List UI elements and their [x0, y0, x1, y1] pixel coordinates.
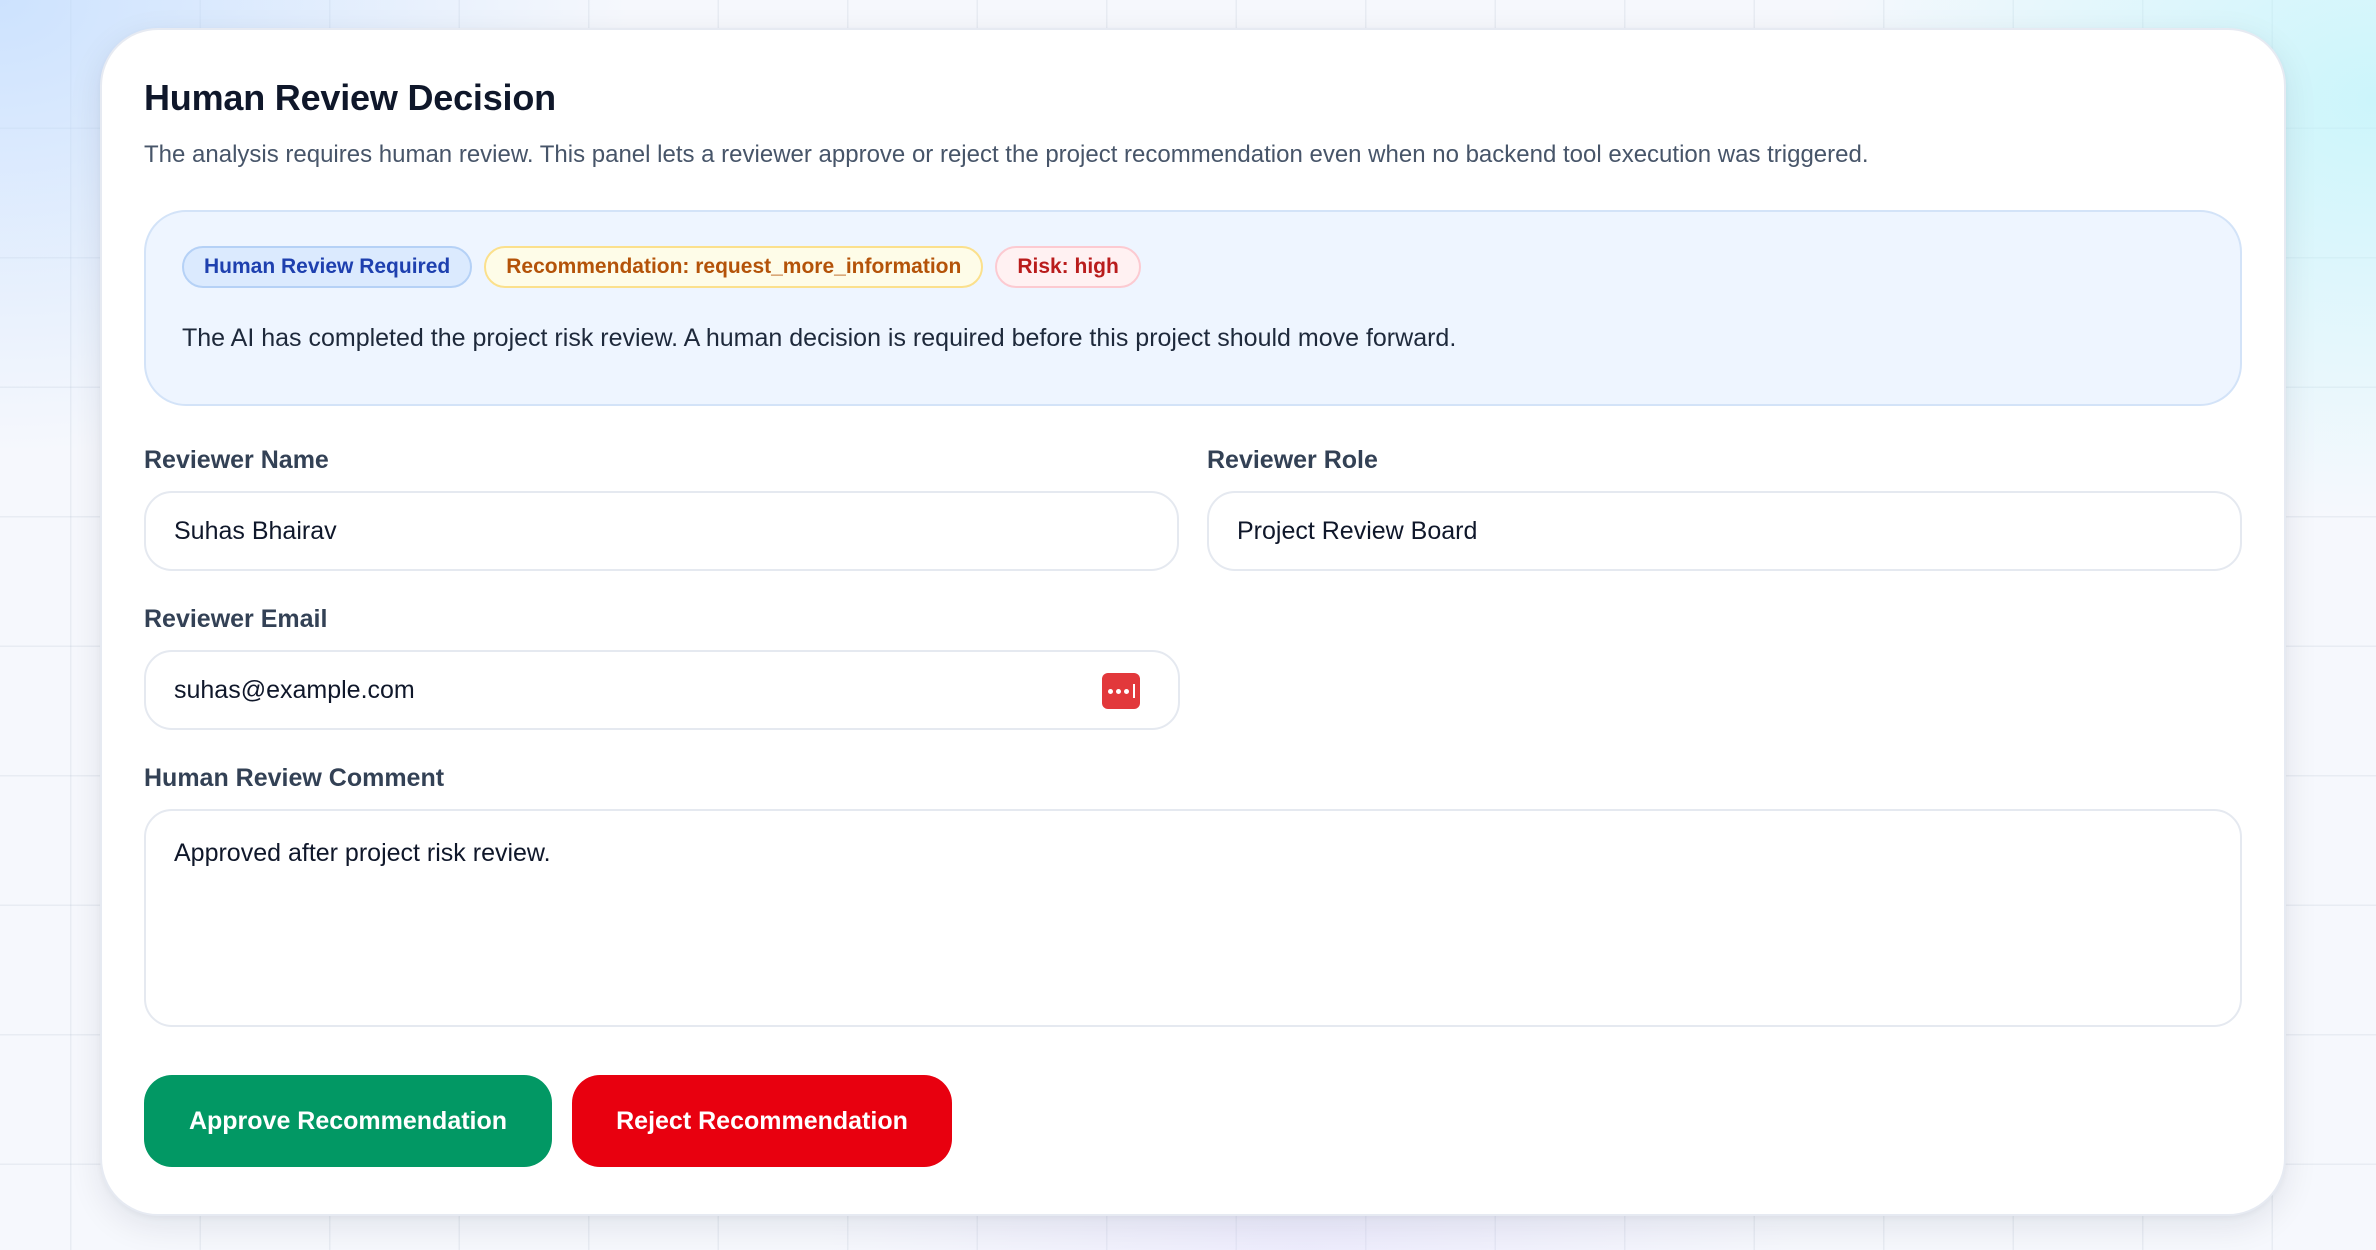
reviewer-name-group: Reviewer Name Suhas Bhairav: [144, 446, 1179, 572]
comment-label: Human Review Comment: [144, 764, 445, 793]
comment-group: Human Review Comment Approved after proj…: [144, 764, 2242, 1028]
password-manager-icon[interactable]: [1102, 673, 1140, 710]
reviewer-email-input[interactable]: suhas@example.com: [144, 650, 1180, 731]
status-badges: Human Review Required Recommendation: re…: [182, 246, 2204, 289]
reviewer-row: Reviewer Name Suhas Bhairav Reviewer Rol…: [144, 446, 2242, 572]
reviewer-role-group: Reviewer Role Project Review Board: [1207, 446, 2242, 572]
human-review-panel: Human Review Decision The analysis requi…: [100, 28, 2286, 1216]
reviewer-email-label: Reviewer Email: [144, 605, 328, 634]
reviewer-name-label: Reviewer Name: [144, 446, 329, 475]
panel-description: The analysis requires human review. This…: [144, 141, 1869, 169]
email-row: Reviewer Email suhas@example.com: [144, 605, 2242, 731]
review-summary-box: Human Review Required Recommendation: re…: [144, 210, 2242, 407]
panel-title: Human Review Decision: [144, 77, 556, 118]
approve-recommendation-button[interactable]: Approve Recommendation: [144, 1075, 552, 1168]
human-review-required-badge: Human Review Required: [182, 246, 473, 289]
summary-text: The AI has completed the project risk re…: [182, 324, 1457, 353]
decision-actions: Approve Recommendation Reject Recommenda…: [144, 1075, 2242, 1168]
reviewer-name-input[interactable]: Suhas Bhairav: [144, 491, 1179, 572]
reviewer-role-label: Reviewer Role: [1207, 446, 1378, 475]
reviewer-email-value: suhas@example.com: [174, 675, 415, 704]
comment-textarea[interactable]: Approved after project risk review.: [144, 809, 2242, 1028]
reviewer-role-input[interactable]: Project Review Board: [1207, 491, 2242, 572]
reject-recommendation-button[interactable]: Reject Recommendation: [572, 1075, 952, 1168]
recommendation-badge: Recommendation: request_more_information: [484, 246, 984, 289]
reviewer-email-group: Reviewer Email suhas@example.com: [144, 605, 1180, 731]
risk-badge: Risk: high: [995, 246, 1141, 289]
